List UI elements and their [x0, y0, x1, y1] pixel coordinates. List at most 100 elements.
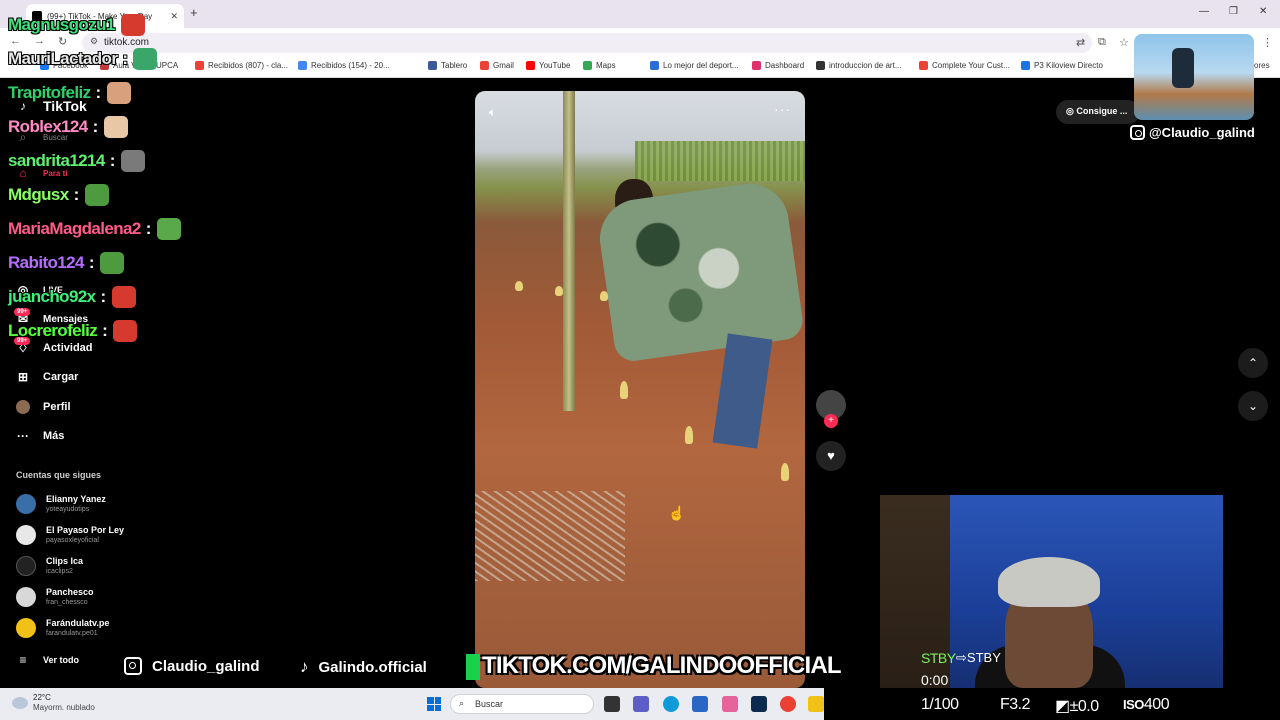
camera-exposure: ◩±0.0: [1055, 698, 1099, 715]
translate-icon[interactable]: ⇄: [1076, 36, 1085, 49]
followed-account[interactable]: Clips Ica icaclips2: [16, 556, 83, 576]
notification-badge: 99+: [14, 308, 31, 316]
bookmark-item[interactable]: ores: [1254, 61, 1270, 70]
coin-icon: ◎: [1066, 106, 1077, 116]
edge-icon[interactable]: [663, 696, 679, 712]
chevron-up-icon: ⌃: [1247, 356, 1259, 370]
menu-dots-icon[interactable]: ⋮: [1262, 36, 1273, 49]
chat-username: MariaMagdalena2: [8, 219, 141, 238]
nav-cargar[interactable]: ⊞ Cargar: [16, 370, 79, 384]
install-app-icon[interactable]: ⧉: [1098, 36, 1106, 49]
search-icon: ⌕: [459, 698, 465, 708]
followed-account[interactable]: Panchesco fran_chessco: [16, 587, 94, 607]
ver-todo-link[interactable]: ≡ Ver todo: [16, 653, 79, 667]
tiktok-icon: ♪: [300, 657, 309, 676]
instagram-icon: [124, 657, 142, 675]
upload-icon: ⊞: [17, 370, 29, 384]
photoshop-icon[interactable]: [751, 696, 767, 712]
copilot-icon[interactable]: [722, 696, 738, 712]
close-window-icon[interactable]: ✕: [1259, 6, 1267, 17]
chat-message: MauriLactador:: [8, 48, 158, 70]
chevron-down-icon: ⌄: [1247, 399, 1259, 413]
heart-icon: ♥: [827, 448, 835, 463]
follow-plus-button[interactable]: +: [824, 414, 838, 428]
video-crop-field: [635, 141, 805, 181]
nav-perfil[interactable]: Perfil: [16, 400, 71, 414]
previous-video-button[interactable]: ⌃: [1238, 348, 1268, 378]
chat-message: Magnusgozu1: [8, 14, 145, 36]
bamboo-shoot: [555, 286, 563, 296]
hand-cursor-icon: ☝: [668, 505, 686, 521]
like-button[interactable]: ♥: [816, 441, 846, 471]
teams-icon[interactable]: [633, 696, 649, 712]
bookmark-item[interactable]: Recibidos (807) - cla...: [195, 61, 288, 70]
new-tab-button[interactable]: +: [190, 5, 198, 20]
screen: (99+) TikTok - Make Your Day ✕ + — ❐ ✕ ←…: [0, 0, 1280, 720]
nav-mas[interactable]: ··· Más: [16, 429, 64, 443]
chat-username: Mdgusx: [8, 185, 69, 204]
followed-account[interactable]: Farándulatv.pe farandulatv.pe01: [16, 618, 109, 638]
camera-stby-secondary: ⇨STBY: [956, 650, 1001, 665]
followed-account[interactable]: Elianny Yanez yoteayudotips: [16, 494, 106, 514]
file-explorer-icon[interactable]: [808, 696, 824, 712]
bamboo-shoot: [620, 381, 628, 399]
chat-username: Magnusgozu1: [8, 15, 115, 34]
bookmark-item[interactable]: P3 Kiloview Directo: [1021, 61, 1103, 70]
camera-aperture: F3.2: [1000, 696, 1031, 713]
bookmark-item[interactable]: Maps: [583, 61, 616, 70]
bamboo-shoot: [515, 281, 523, 291]
bookmark-item[interactable]: Lo mejor del deport...: [650, 61, 739, 70]
instagram-handle-top: @Claudio_galind: [1130, 125, 1255, 140]
chat-username: Rabito124: [8, 253, 84, 272]
back-icon[interactable]: ←: [10, 35, 21, 47]
bookmark-item[interactable]: Complete Your Cust...: [919, 61, 1010, 70]
video-person-legs: [712, 333, 773, 449]
windows-start-icon[interactable]: [427, 697, 441, 711]
camera-shutter: 1/100: [921, 696, 959, 713]
chat-message: Roblex124:: [8, 116, 128, 138]
taskbar-search[interactable]: ⌕ Buscar: [450, 694, 594, 714]
get-coins-button[interactable]: ◎ Consigue ...: [1056, 100, 1140, 124]
bookmark-item[interactable]: introduccion de art...: [816, 61, 901, 70]
chat-username: sandrita1214: [8, 151, 105, 170]
tiktok-handle-bottom: ♪ Galindo.official: [300, 657, 427, 676]
chat-username: MauriLactador: [8, 49, 118, 68]
store-icon[interactable]: [692, 696, 708, 712]
angry-emote-icon: [113, 320, 138, 342]
bookmark-item[interactable]: Dashboard: [752, 61, 804, 70]
bookmark-item[interactable]: Gmail: [480, 61, 514, 70]
rat-emote-icon: [120, 150, 145, 172]
avatar: [16, 494, 36, 514]
site-info-icon[interactable]: ⚙: [90, 36, 98, 47]
volume-icon[interactable]: 🔈︎: [489, 105, 496, 120]
avatar: [16, 525, 36, 545]
bookmark-item[interactable]: Tablero: [428, 61, 467, 70]
bookmark-item[interactable]: YouTube: [526, 61, 570, 70]
reload-icon[interactable]: ↻: [58, 35, 67, 48]
photo-person: [1172, 48, 1194, 88]
address-bar[interactable]: ⚙ tiktok.com: [82, 33, 1092, 53]
next-video-button[interactable]: ⌄: [1238, 391, 1268, 421]
chat-message: Trapitofeliz:: [8, 82, 131, 104]
avatar: [16, 587, 36, 607]
weather-widget[interactable]: 22°C Mayorm. nublado: [12, 693, 95, 713]
record-arrow-icon: ⇨: [956, 650, 967, 665]
forward-icon[interactable]: →: [34, 35, 45, 47]
bookmark-star-icon[interactable]: ☆: [1119, 36, 1129, 49]
hand-emote-icon: [106, 82, 131, 104]
followed-account[interactable]: El Payaso Por Ley payasoxleyoficial: [16, 525, 124, 545]
video-bamboo-pole: [563, 91, 575, 411]
instagram-handle-bottom: Claudio_galind: [124, 657, 260, 675]
maximize-icon[interactable]: ❐: [1229, 6, 1238, 17]
bookmark-item[interactable]: Recibidos (154) - 20...: [298, 61, 390, 70]
pepe-emote-icon: [133, 48, 158, 70]
task-view-icon[interactable]: [604, 696, 620, 712]
close-tab-icon[interactable]: ✕: [170, 11, 178, 22]
tiktok-url-banner: TIKTOK.COM/GALINDOOFFICIAL: [466, 652, 872, 684]
chrome-icon[interactable]: [780, 696, 796, 712]
video-player[interactable]: 🔈︎ ···: [475, 91, 805, 688]
minimize-icon[interactable]: —: [1199, 6, 1209, 17]
avatar: [16, 618, 36, 638]
chat-username: Roblex124: [8, 117, 88, 136]
more-options-icon[interactable]: ···: [774, 101, 791, 117]
